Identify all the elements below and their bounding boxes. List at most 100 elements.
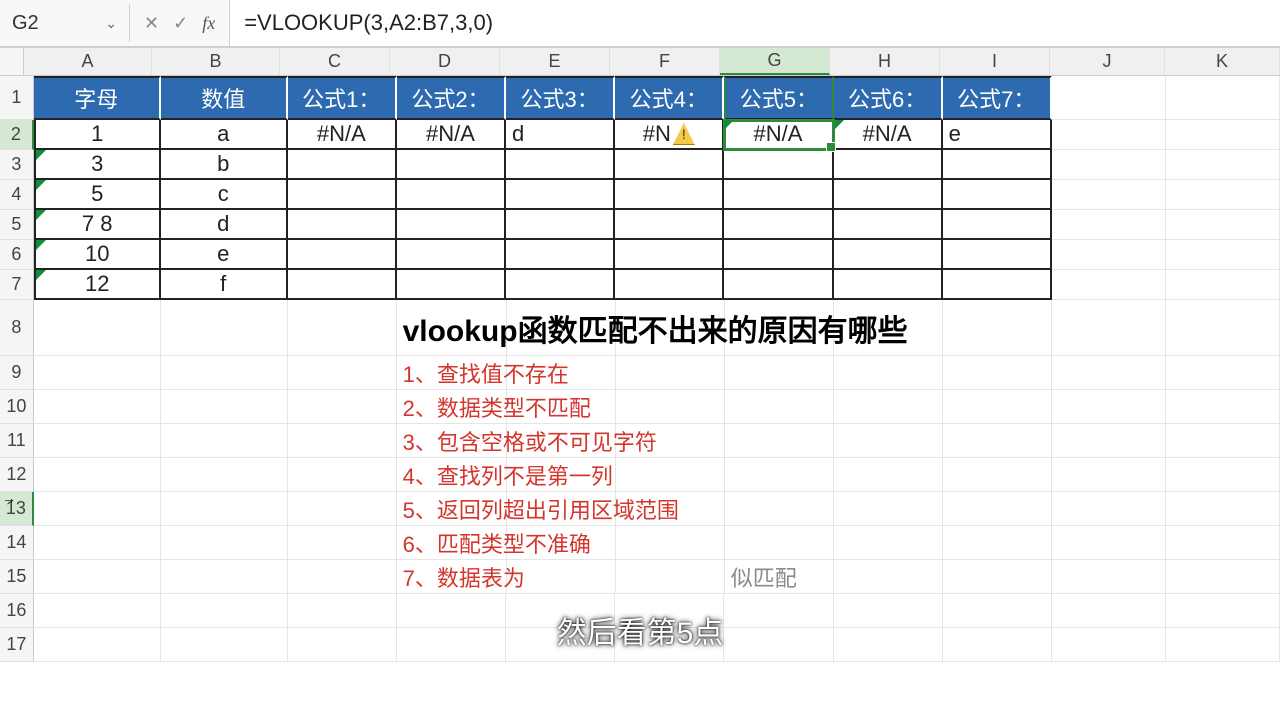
cell[interactable] <box>1052 594 1166 628</box>
cell[interactable] <box>615 210 724 240</box>
cell[interactable] <box>943 424 1052 458</box>
cell[interactable] <box>616 390 725 424</box>
column-header-C[interactable]: C <box>280 48 390 75</box>
cell[interactable] <box>1166 560 1280 594</box>
cell[interactable] <box>1166 120 1280 150</box>
cell[interactable] <box>161 560 288 594</box>
row-header[interactable]: 4 <box>0 180 34 210</box>
cell[interactable] <box>506 594 615 628</box>
table-header[interactable]: 字母 <box>34 76 161 120</box>
cell[interactable] <box>506 240 615 270</box>
cell[interactable] <box>161 300 288 356</box>
cell[interactable] <box>1052 210 1166 240</box>
cell[interactable] <box>506 628 615 662</box>
cell[interactable] <box>288 300 397 356</box>
cell[interactable] <box>1166 300 1280 356</box>
cell[interactable]: 6、匹配类型不准确 <box>397 526 507 560</box>
cell[interactable] <box>943 240 1052 270</box>
cell[interactable] <box>725 492 834 526</box>
row-header[interactable]: 9 <box>0 356 34 390</box>
cell[interactable] <box>615 240 724 270</box>
cell[interactable] <box>288 240 397 270</box>
cell[interactable] <box>288 628 397 662</box>
cell[interactable] <box>1166 458 1280 492</box>
row-header[interactable]: 12 <box>0 458 34 492</box>
table-header[interactable]: 公式6： <box>834 76 943 120</box>
cell[interactable] <box>1166 424 1280 458</box>
cell[interactable] <box>725 390 834 424</box>
cell[interactable] <box>834 458 943 492</box>
row-header[interactable]: 7 <box>0 270 34 300</box>
cell[interactable] <box>724 628 833 662</box>
cell[interactable] <box>161 594 288 628</box>
cell[interactable] <box>1052 240 1166 270</box>
cell[interactable] <box>34 594 161 628</box>
cell[interactable] <box>506 210 615 240</box>
cell[interactable]: c <box>161 180 288 210</box>
row-header[interactable]: 16 <box>0 594 34 628</box>
cell[interactable]: d <box>161 210 288 240</box>
cell[interactable] <box>834 560 943 594</box>
cell[interactable] <box>1166 270 1280 300</box>
cell[interactable] <box>34 424 161 458</box>
cell[interactable] <box>506 150 615 180</box>
table-header[interactable]: 公式2： <box>397 76 506 120</box>
cell[interactable]: 10 <box>34 240 161 270</box>
cell[interactable] <box>288 390 397 424</box>
cell[interactable] <box>834 628 943 662</box>
cell[interactable] <box>1052 424 1166 458</box>
cell[interactable] <box>834 210 943 240</box>
cell[interactable] <box>288 458 397 492</box>
cell[interactable] <box>616 356 725 390</box>
cell[interactable] <box>397 594 506 628</box>
cell[interactable]: d <box>506 120 615 150</box>
cell[interactable] <box>34 628 161 662</box>
cell[interactable] <box>943 492 1052 526</box>
column-header-D[interactable]: D <box>390 48 500 75</box>
cell[interactable] <box>397 628 506 662</box>
cell[interactable]: 3 <box>34 150 161 180</box>
cell[interactable] <box>161 526 288 560</box>
cell[interactable] <box>834 424 943 458</box>
table-header[interactable]: 公式3： <box>506 76 615 120</box>
cell[interactable] <box>397 150 506 180</box>
spreadsheet-grid[interactable]: 1字母数值公式1：公式2：公式3：公式4：公式5：公式6：公式7：21a#N/A… <box>0 76 1280 662</box>
cell[interactable] <box>943 560 1052 594</box>
cell[interactable] <box>34 526 161 560</box>
row-header[interactable]: 17 <box>0 628 34 662</box>
table-header[interactable]: 公式7： <box>943 76 1052 120</box>
column-header-G[interactable]: G <box>720 48 830 75</box>
cell[interactable] <box>1166 526 1280 560</box>
cell[interactable]: #N/A <box>834 120 943 150</box>
cell[interactable] <box>397 210 506 240</box>
cell[interactable] <box>288 424 397 458</box>
cell[interactable]: f <box>161 270 288 300</box>
cell[interactable] <box>397 240 506 270</box>
cell[interactable]: 1、查找值不存在 <box>397 356 507 390</box>
cell[interactable]: a <box>161 120 288 150</box>
cell[interactable] <box>1052 120 1166 150</box>
cell[interactable]: 7、数据表为 <box>397 560 507 594</box>
cell[interactable] <box>725 526 834 560</box>
cell[interactable] <box>1166 240 1280 270</box>
cell[interactable] <box>943 270 1052 300</box>
row-header[interactable]: 5 <box>0 210 34 240</box>
cell[interactable] <box>161 356 288 390</box>
select-all-corner[interactable] <box>0 48 24 75</box>
cell[interactable] <box>1052 390 1166 424</box>
cell[interactable] <box>1052 150 1166 180</box>
cell[interactable] <box>1052 356 1166 390</box>
row-header[interactable]: 8 <box>0 300 34 356</box>
cell[interactable] <box>615 628 724 662</box>
row-header[interactable]: 3 <box>0 150 34 180</box>
cell[interactable] <box>834 270 943 300</box>
cell[interactable] <box>725 424 834 458</box>
cell[interactable]: 3、包含空格或不可见字符 <box>397 424 507 458</box>
cell[interactable] <box>161 492 288 526</box>
cell[interactable] <box>943 594 1052 628</box>
cell[interactable] <box>288 526 397 560</box>
cell[interactable] <box>1166 356 1280 390</box>
cell[interactable] <box>615 270 724 300</box>
cancel-formula-icon[interactable]: ✕ <box>144 13 159 34</box>
cell[interactable]: 7 8 <box>34 210 161 240</box>
